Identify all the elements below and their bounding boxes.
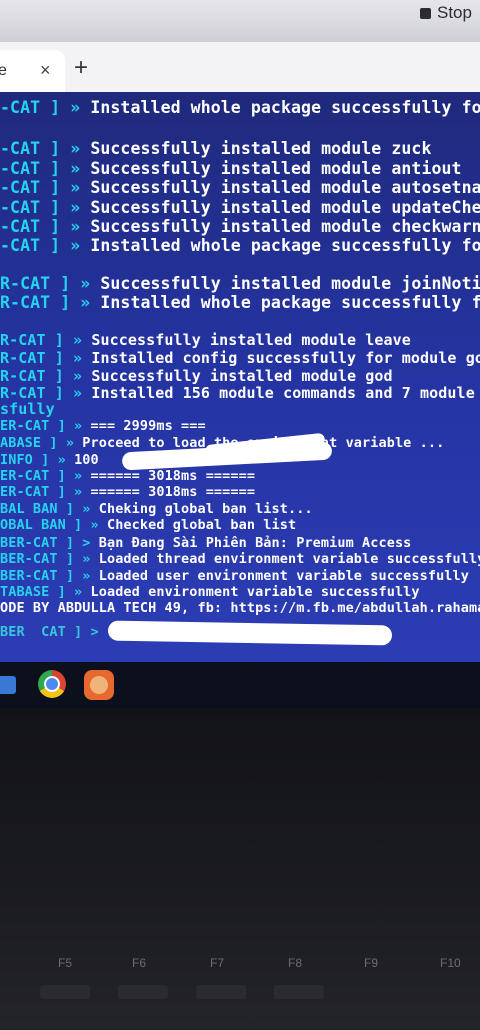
close-icon[interactable]: ×	[40, 60, 51, 81]
stop-button[interactable]: Stop	[420, 0, 472, 26]
key-cap	[118, 985, 168, 999]
terminal-line: R-CAT ] » Successfully installed module …	[0, 331, 411, 349]
terminal-line: ER-CAT ] » ====== 3018ms ======	[0, 468, 256, 484]
terminal-line: -CAT ] » Successfully installed module a…	[0, 178, 480, 197]
chrome-icon[interactable]	[38, 670, 66, 698]
terminal-line: -CAT ] » Successfully installed module u…	[0, 198, 480, 217]
stop-icon	[420, 7, 431, 19]
key-cap	[40, 985, 90, 999]
terminal-line: TABASE ] » Loaded environment variable s…	[0, 584, 420, 600]
terminal-line: BER-CAT ] » Loaded thread environment va…	[0, 551, 480, 567]
app-icon[interactable]	[84, 670, 114, 700]
browser-top-strip: Stop	[0, 0, 480, 42]
laptop-keyboard	[0, 708, 480, 1030]
terminal-line: -CAT ] » Installed whole package success…	[0, 98, 480, 117]
terminal-line: R-CAT ] » Successfully installed module …	[0, 274, 480, 293]
terminal-prompt[interactable]: BER CAT ] >	[0, 624, 99, 640]
redaction-scribble	[107, 620, 393, 646]
browser-tab[interactable]: e ×	[0, 50, 65, 92]
f5-key[interactable]: F5	[58, 956, 72, 970]
f10-key[interactable]: F10	[440, 956, 461, 970]
terminal-line: R-CAT ] » Installed 156 module commands …	[0, 384, 480, 402]
terminal-line: BAL BAN ] » Cheking global ban list...	[0, 501, 313, 517]
terminal-line: -CAT ] » Successfully installed module c…	[0, 217, 480, 236]
terminal-line: ODE BY ABDULLA TECH 49, fb: https://m.fb…	[0, 600, 480, 616]
mail-icon[interactable]	[0, 676, 16, 694]
photo-frame: Stop e × + -CAT ] » Installed whole pack…	[0, 0, 480, 1030]
terminal-window: -CAT ] » Installed whole package success…	[0, 92, 480, 662]
terminal-line: sfully	[0, 400, 55, 418]
new-tab-button[interactable]: +	[74, 56, 88, 80]
key-cap	[196, 985, 246, 999]
key-cap	[274, 985, 324, 999]
terminal-line: OBAL BAN ] » Checked global ban list	[0, 517, 297, 533]
terminal-line: INFO ] » 100	[0, 452, 99, 468]
taskbar	[0, 662, 480, 708]
f6-key[interactable]: F6	[132, 956, 146, 970]
stop-label: Stop	[437, 3, 472, 22]
terminal-line: R-CAT ] » Successfully installed module …	[0, 367, 393, 385]
terminal-line: BER-CAT ] > Bạn Đang Sài Phiên Bản: Prem…	[0, 535, 412, 551]
terminal-line: -CAT ] » Installed whole package success…	[0, 236, 480, 255]
tab-title: e	[0, 62, 7, 79]
tab-bar: e × +	[0, 42, 480, 92]
f7-key[interactable]: F7	[210, 956, 224, 970]
f9-key[interactable]: F9	[364, 956, 378, 970]
terminal-line: R-CAT ] » Installed config successfully …	[0, 349, 480, 367]
terminal-line: -CAT ] » Successfully installed module z…	[0, 139, 432, 158]
terminal-line: ER-CAT ] » ====== 3018ms ======	[0, 484, 256, 500]
terminal-line: R-CAT ] » Installed whole package succes…	[0, 293, 480, 312]
f8-key[interactable]: F8	[288, 956, 302, 970]
terminal-line: BER-CAT ] » Loaded user environment vari…	[0, 568, 469, 584]
terminal-line: -CAT ] » Successfully installed module a…	[0, 159, 462, 178]
terminal-line: ER-CAT ] » === 2999ms ===	[0, 418, 206, 434]
